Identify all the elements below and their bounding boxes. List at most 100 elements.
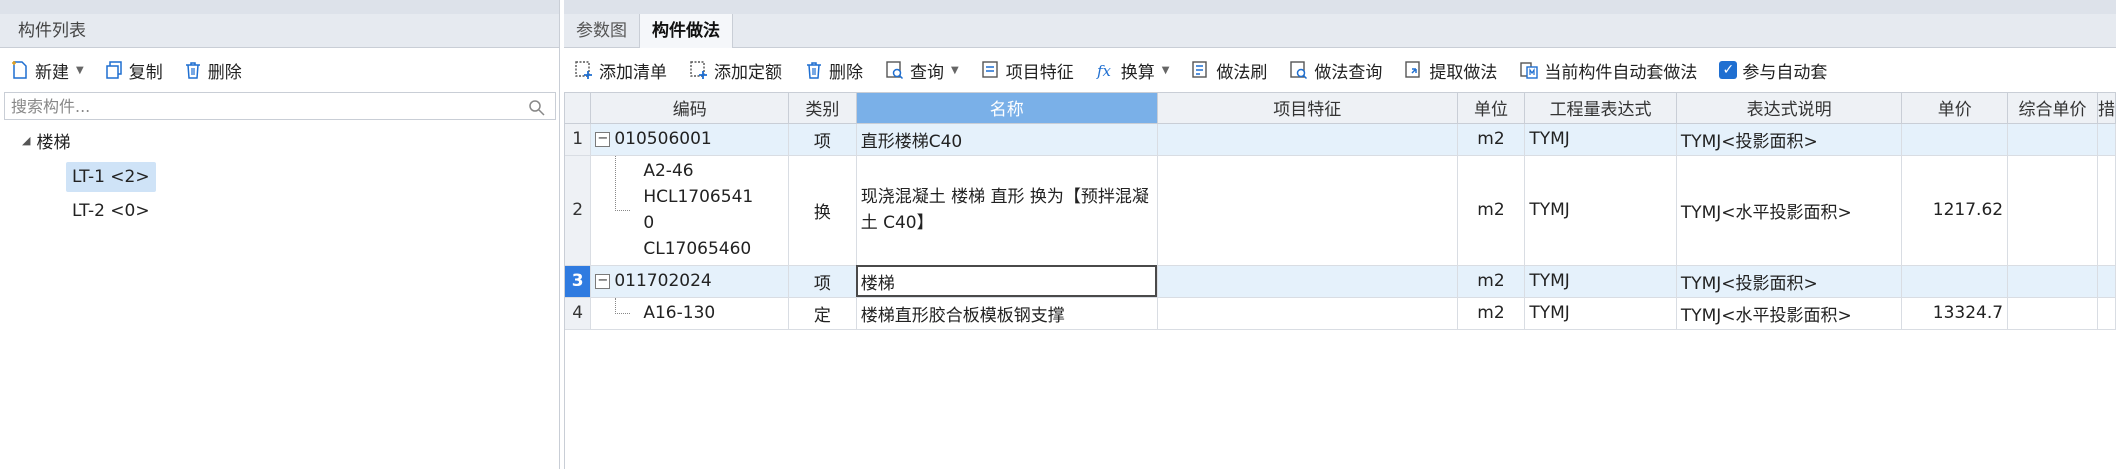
type-cell[interactable]: 定 <box>788 297 857 330</box>
tab-parameter-diagram[interactable]: 参数图 <box>564 14 640 48</box>
collapse-icon[interactable]: − <box>595 131 611 147</box>
measure-cell[interactable] <box>2097 297 2116 330</box>
method-brush-button[interactable]: 做法刷 <box>1191 58 1267 83</box>
unit-cell[interactable]: m2 <box>1457 265 1526 298</box>
type-cell[interactable]: 项 <box>788 265 857 298</box>
type-cell[interactable]: 项 <box>788 123 857 156</box>
tab-component-method[interactable]: 构件做法 <box>640 14 733 48</box>
col-header-expr-desc[interactable]: 表达式说明 <box>1676 93 1903 124</box>
add-list-button[interactable]: 添加清单 <box>574 58 667 83</box>
code-line: A2-46 <box>643 161 694 181</box>
col-header-name[interactable]: 名称 <box>856 93 1158 124</box>
chevron-down-icon[interactable]: ▼ <box>1162 65 1170 76</box>
table-row[interactable]: 1 −010506001 项 直形楼梯C40 m2 TYMJ TYMJ<投影面积… <box>565 123 2116 156</box>
expr-cell[interactable]: TYMJ <box>1524 297 1677 330</box>
total-price-cell[interactable] <box>2007 123 2098 156</box>
chevron-down-icon[interactable]: ▼ <box>76 65 84 76</box>
unit-cell[interactable]: m2 <box>1457 123 1526 156</box>
copy-button[interactable]: 复制 <box>104 58 163 83</box>
name-cell[interactable]: 楼梯直形胶合板模板钢支撑 <box>856 297 1158 330</box>
search-input[interactable] <box>5 93 505 119</box>
add-quota-button[interactable]: 添加定额 <box>689 58 782 83</box>
new-label: 新建 <box>35 62 69 83</box>
new-button[interactable]: 新建 ▼ <box>10 58 84 83</box>
col-header-feature[interactable]: 项目特征 <box>1157 93 1458 124</box>
table-row[interactable]: 2 A2-46 HCL1706541 0 CL17065460 换 现浇混凝土 … <box>565 155 2116 266</box>
auto-join-checkbox[interactable]: ✓ 参与自动套 <box>1719 58 1827 83</box>
col-header-measure[interactable]: 措 <box>2097 93 2116 124</box>
price-cell[interactable] <box>1901 123 2009 156</box>
tree-item-lt2[interactable]: LT-2 <0> <box>66 196 156 226</box>
auto-join-label: 参与自动套 <box>1742 62 1828 83</box>
unit-cell[interactable]: m2 <box>1457 155 1526 266</box>
total-price-cell[interactable] <box>2007 155 2098 266</box>
query-icon <box>885 60 905 80</box>
expr-desc-cell[interactable]: TYMJ<投影面积> <box>1676 265 1903 298</box>
auto-method-button[interactable]: 当前构件自动套做法 <box>1519 58 1697 83</box>
feature-icon <box>981 60 1001 80</box>
col-header-type[interactable]: 类别 <box>788 93 857 124</box>
code-line: HCL1706541 <box>643 187 754 207</box>
expr-desc-cell[interactable]: TYMJ<水平投影面积> <box>1676 297 1903 330</box>
row-number[interactable]: 4 <box>565 297 592 330</box>
tree-item-lt1[interactable]: LT-1 <2> <box>66 162 156 192</box>
col-header-total-price[interactable]: 综合单价 <box>2007 93 2098 124</box>
panel-title: 构件列表 <box>0 14 559 48</box>
price-cell[interactable] <box>1901 265 2009 298</box>
item-feature-button[interactable]: 项目特征 <box>981 58 1074 83</box>
component-list-panel: 构件列表 新建 ▼ 复制 删除 搜索构件... ◢ 楼梯 LT-1 <2> LT… <box>0 0 560 469</box>
measure-cell[interactable] <box>2097 155 2116 266</box>
row-number[interactable]: 1 <box>565 123 592 156</box>
search-icon[interactable] <box>527 98 547 118</box>
method-query-button[interactable]: 做法查询 <box>1289 58 1382 83</box>
expr-cell[interactable]: TYMJ <box>1524 123 1677 156</box>
col-header-unit[interactable]: 单位 <box>1457 93 1526 124</box>
checkbox-icon[interactable]: ✓ <box>1719 61 1738 79</box>
col-header-price[interactable]: 单价 <box>1901 93 2009 124</box>
convert-button[interactable]: fx 换算 ▼ <box>1096 58 1170 83</box>
collapse-triangle-icon[interactable]: ◢ <box>22 134 30 147</box>
name-cell[interactable]: 现浇混凝土 楼梯 直形 换为【预拌混凝土 C40】 <box>856 155 1158 266</box>
name-cell-editing[interactable]: 楼梯 <box>856 265 1158 298</box>
feature-cell[interactable] <box>1157 265 1458 298</box>
tree-root-label: 楼梯 <box>36 133 71 153</box>
name-cell[interactable]: 直形楼梯C40 <box>856 123 1158 156</box>
measure-cell[interactable] <box>2097 265 2116 298</box>
unit-cell[interactable]: m2 <box>1457 297 1526 330</box>
code-text: 010506001 <box>614 129 712 149</box>
row-number[interactable]: 2 <box>565 155 592 266</box>
delete-row-button[interactable]: 删除 <box>804 58 863 83</box>
extract-method-button[interactable]: 提取做法 <box>1404 58 1497 83</box>
row-number[interactable]: 3 <box>565 265 592 298</box>
measure-cell[interactable] <box>2097 123 2116 156</box>
total-price-cell[interactable] <box>2007 265 2098 298</box>
type-cell[interactable]: 换 <box>788 155 857 266</box>
price-cell[interactable]: 13324.7 <box>1901 297 2009 330</box>
feature-cell[interactable] <box>1157 155 1458 266</box>
add-list-label: 添加清单 <box>599 62 667 83</box>
method-query-label: 做法查询 <box>1314 62 1383 83</box>
code-line: 0 <box>643 213 655 233</box>
expr-cell[interactable]: TYMJ <box>1524 265 1677 298</box>
delete-button[interactable]: 删除 <box>183 58 242 83</box>
code-cell[interactable]: −010506001 <box>590 123 790 156</box>
col-header-expr[interactable]: 工程量表达式 <box>1524 93 1677 124</box>
expr-desc-cell[interactable]: TYMJ<投影面积> <box>1676 123 1903 156</box>
price-cell[interactable]: 1217.62 <box>1901 155 2009 266</box>
tree-root-stairs[interactable]: ◢ 楼梯 <box>22 128 70 153</box>
code-cell[interactable]: A2-46 HCL1706541 0 CL17065460 <box>590 155 790 266</box>
query-button[interactable]: 查询 ▼ <box>885 58 959 83</box>
expr-cell[interactable]: TYMJ <box>1524 155 1677 266</box>
feature-cell[interactable] <box>1157 297 1458 330</box>
code-cell[interactable]: −011702024 <box>590 265 790 298</box>
code-cell[interactable]: A16-130 <box>590 297 790 330</box>
feature-cell[interactable] <box>1157 123 1458 156</box>
col-header-code[interactable]: 编码 <box>590 93 790 124</box>
total-price-cell[interactable] <box>2007 297 2098 330</box>
chevron-down-icon[interactable]: ▼ <box>951 65 959 76</box>
method-table: 编码 类别 名称 项目特征 单位 工程量表达式 表达式说明 单价 综合单价 措 <box>565 93 2116 330</box>
collapse-icon[interactable]: − <box>595 273 611 289</box>
table-row[interactable]: 4 A16-130 定 楼梯直形胶合板模板钢支撑 m2 TYMJ TYMJ<水平… <box>565 297 2116 330</box>
table-row[interactable]: 3 −011702024 项 楼梯 m2 TYMJ TYMJ<投影面积> <box>565 265 2116 298</box>
expr-desc-cell[interactable]: TYMJ<水平投影面积> <box>1676 155 1903 266</box>
